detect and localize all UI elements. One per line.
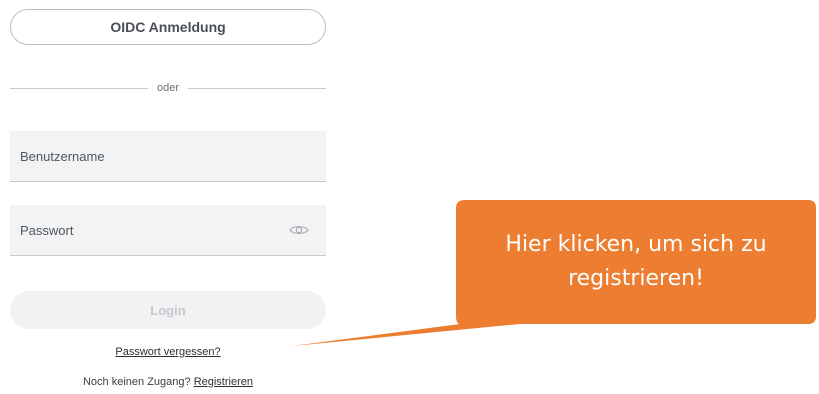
register-row: Noch keinen Zugang? Registrieren [10, 376, 326, 388]
eye-icon[interactable] [288, 223, 310, 237]
login-button[interactable]: Login [10, 291, 326, 329]
callout-text: Hier klicken, um sich zu registrieren! [505, 232, 767, 291]
register-link[interactable]: Registrieren [194, 376, 253, 388]
register-prompt: Noch keinen Zugang? [82, 376, 191, 388]
login-label: Login [150, 302, 186, 318]
username-placeholder: Benutzername [20, 148, 105, 164]
password-placeholder: Passwort [20, 222, 74, 238]
divider-line-right [188, 87, 326, 89]
oidc-login-button[interactable]: OIDC Anmeldung [10, 9, 326, 45]
oidc-login-label: OIDC Anmeldung [110, 19, 226, 35]
callout-bubble [292, 200, 816, 346]
divider-line-left [10, 87, 148, 89]
username-field[interactable]: Benutzername [10, 131, 326, 182]
password-field[interactable]: Passwort [10, 205, 326, 256]
divider-label: oder [156, 82, 180, 94]
or-divider: oder [10, 81, 326, 95]
forgot-password-row: Passwort vergessen? [10, 346, 326, 358]
forgot-password-link[interactable]: Passwort vergessen? [115, 346, 220, 358]
